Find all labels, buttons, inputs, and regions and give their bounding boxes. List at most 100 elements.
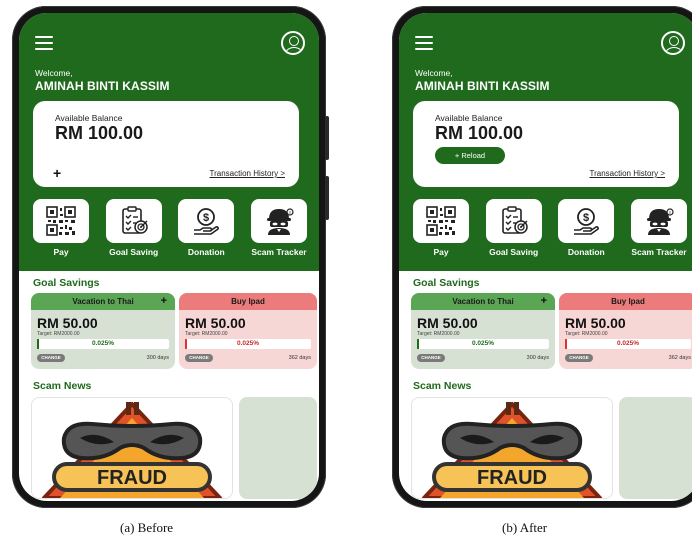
add-goal-button[interactable]: + xyxy=(541,295,547,307)
goal-name: Buy Ipad xyxy=(231,297,265,306)
balance-card: Available Balance RM 100.00 + Transactio… xyxy=(33,101,299,187)
fraud-image-text: FRAUD xyxy=(477,467,547,489)
target-checklist-icon xyxy=(119,206,149,236)
caption-before: (a) Before xyxy=(120,520,174,535)
top-bar xyxy=(415,31,685,55)
service-label: Donation xyxy=(567,247,605,257)
goal-amount: RM 50.00 xyxy=(565,315,626,331)
goal-percent: 0.025% xyxy=(616,340,640,347)
balance-label: Available Balance xyxy=(55,113,123,123)
phone-after: Welcome, AMINAH BINTI KASSIM Available B… xyxy=(392,6,692,508)
add-funds-button[interactable]: + xyxy=(53,165,61,181)
welcome-text: Welcome, xyxy=(415,68,453,78)
goal-target: Target: RM2000.00 xyxy=(185,331,228,337)
service-goal-saving[interactable]: Goal Saving xyxy=(480,199,548,257)
target-checklist-icon xyxy=(499,206,529,236)
goal-percent: 0.025% xyxy=(236,340,260,347)
news-card-fraud[interactable]: FRAUD xyxy=(411,397,613,499)
change-goal-button[interactable]: CHANGE xyxy=(185,354,213,362)
app-screen-after: Welcome, AMINAH BINTI KASSIM Available B… xyxy=(399,13,692,501)
goal-progress-bar: 0.025% xyxy=(565,339,691,349)
goal-target: Target: RM2000.00 xyxy=(37,331,80,337)
goal-progress-bar: 0.025% xyxy=(37,339,169,349)
top-bar xyxy=(35,31,305,55)
news-card-placeholder[interactable] xyxy=(239,397,317,499)
goal-card-ipad[interactable]: Buy Ipad RM 50.00 Target: RM2000.00 0.02… xyxy=(179,293,317,369)
news-card-fraud[interactable]: FRAUD xyxy=(31,397,233,499)
scam-news-title: Scam News xyxy=(33,380,92,392)
service-pay[interactable]: Pay xyxy=(407,199,475,257)
goal-amount: RM 50.00 xyxy=(37,315,98,331)
goal-progress-bar: 0.025% xyxy=(185,339,311,349)
services-row: Pay Goal Saving Donation Scam Tracker xyxy=(27,199,313,257)
user-profile-icon[interactable] xyxy=(281,31,305,55)
hamburger-menu-icon[interactable] xyxy=(35,36,53,50)
service-label: Goal Saving xyxy=(489,247,539,257)
balance-amount: RM 100.00 xyxy=(435,123,524,143)
service-label: Scam Tracker xyxy=(631,247,687,257)
service-pay[interactable]: Pay xyxy=(27,199,95,257)
service-label: Scam Tracker xyxy=(251,247,307,257)
goal-days-left: 300 days xyxy=(146,355,169,361)
service-label: Goal Saving xyxy=(109,247,159,257)
transaction-history-link[interactable]: Transaction History > xyxy=(209,169,285,178)
qr-code-icon xyxy=(46,206,76,236)
reload-button[interactable]: + Reload xyxy=(435,147,505,164)
masked-thief-icon xyxy=(644,206,674,236)
goal-savings-title: Goal Savings xyxy=(33,277,100,289)
coin-hand-icon xyxy=(571,206,601,236)
user-profile-icon[interactable] xyxy=(661,31,685,55)
caption-after: (b) After xyxy=(502,520,548,535)
goal-savings-title: Goal Savings xyxy=(413,277,480,289)
service-donation[interactable]: Donation xyxy=(172,199,240,257)
service-label: Pay xyxy=(433,247,449,257)
service-scam-tracker[interactable]: Scam Tracker xyxy=(625,199,692,257)
goal-name: Buy Ipad xyxy=(611,297,645,306)
service-donation[interactable]: Donation xyxy=(552,199,620,257)
goal-percent: 0.025% xyxy=(91,340,115,347)
add-goal-button[interactable]: + xyxy=(161,295,167,307)
goal-card-vacation[interactable]: Vacation to Thai + RM 50.00 Target: RM200… xyxy=(411,293,555,369)
goal-progress-bar: 0.025% xyxy=(417,339,549,349)
goal-card-ipad[interactable]: Buy Ipad RM 50.00 Target: RM2000.00 0.02… xyxy=(559,293,692,369)
user-name: AMINAH BINTI KASSIM xyxy=(415,79,550,93)
services-row: Pay Goal Saving Donation Scam Tracker xyxy=(407,199,692,257)
change-goal-button[interactable]: CHANGE xyxy=(37,354,65,362)
news-card-placeholder[interactable] xyxy=(619,397,692,499)
hamburger-menu-icon[interactable] xyxy=(415,36,433,50)
balance-card: Available Balance RM 100.00 + Reload Tra… xyxy=(413,101,679,187)
service-label: Donation xyxy=(187,247,225,257)
goal-days-left: 362 days xyxy=(288,355,311,361)
phone-before: Welcome, AMINAH BINTI KASSIM Available B… xyxy=(12,6,329,508)
goal-amount: RM 50.00 xyxy=(185,315,246,331)
change-goal-button[interactable]: CHANGE xyxy=(565,354,593,362)
goal-card-vacation[interactable]: Vacation to Thai + RM 50.00 Target: RM200… xyxy=(31,293,175,369)
goal-percent: 0.025% xyxy=(471,340,495,347)
balance-amount: RM 100.00 xyxy=(55,123,144,143)
masked-thief-icon xyxy=(264,206,294,236)
goal-target: Target: RM2000.00 xyxy=(417,331,460,337)
goal-name: Vacation to Thai xyxy=(72,297,134,306)
welcome-text: Welcome, xyxy=(35,68,73,78)
change-goal-button[interactable]: CHANGE xyxy=(417,354,445,362)
user-name: AMINAH BINTI KASSIM xyxy=(35,79,170,93)
goal-days-left: 362 days xyxy=(668,355,691,361)
app-screen-before: Welcome, AMINAH BINTI KASSIM Available B… xyxy=(19,13,319,501)
transaction-history-link[interactable]: Transaction History > xyxy=(589,169,665,178)
service-goal-saving[interactable]: Goal Saving xyxy=(100,199,168,257)
balance-label: Available Balance xyxy=(435,113,503,123)
goal-days-left: 300 days xyxy=(526,355,549,361)
fraud-image-text: FRAUD xyxy=(97,467,167,489)
goal-name: Vacation to Thai xyxy=(452,297,514,306)
side-button xyxy=(325,176,329,220)
fraud-warning-image: FRAUD xyxy=(412,398,612,498)
service-scam-tracker[interactable]: Scam Tracker xyxy=(245,199,313,257)
side-button xyxy=(325,116,329,160)
goal-target: Target: RM2000.00 xyxy=(565,331,608,337)
scam-news-title: Scam News xyxy=(413,380,472,392)
goal-amount: RM 50.00 xyxy=(417,315,478,331)
qr-code-icon xyxy=(426,206,456,236)
fraud-warning-image: FRAUD xyxy=(32,398,232,498)
service-label: Pay xyxy=(53,247,69,257)
coin-hand-icon xyxy=(191,206,221,236)
